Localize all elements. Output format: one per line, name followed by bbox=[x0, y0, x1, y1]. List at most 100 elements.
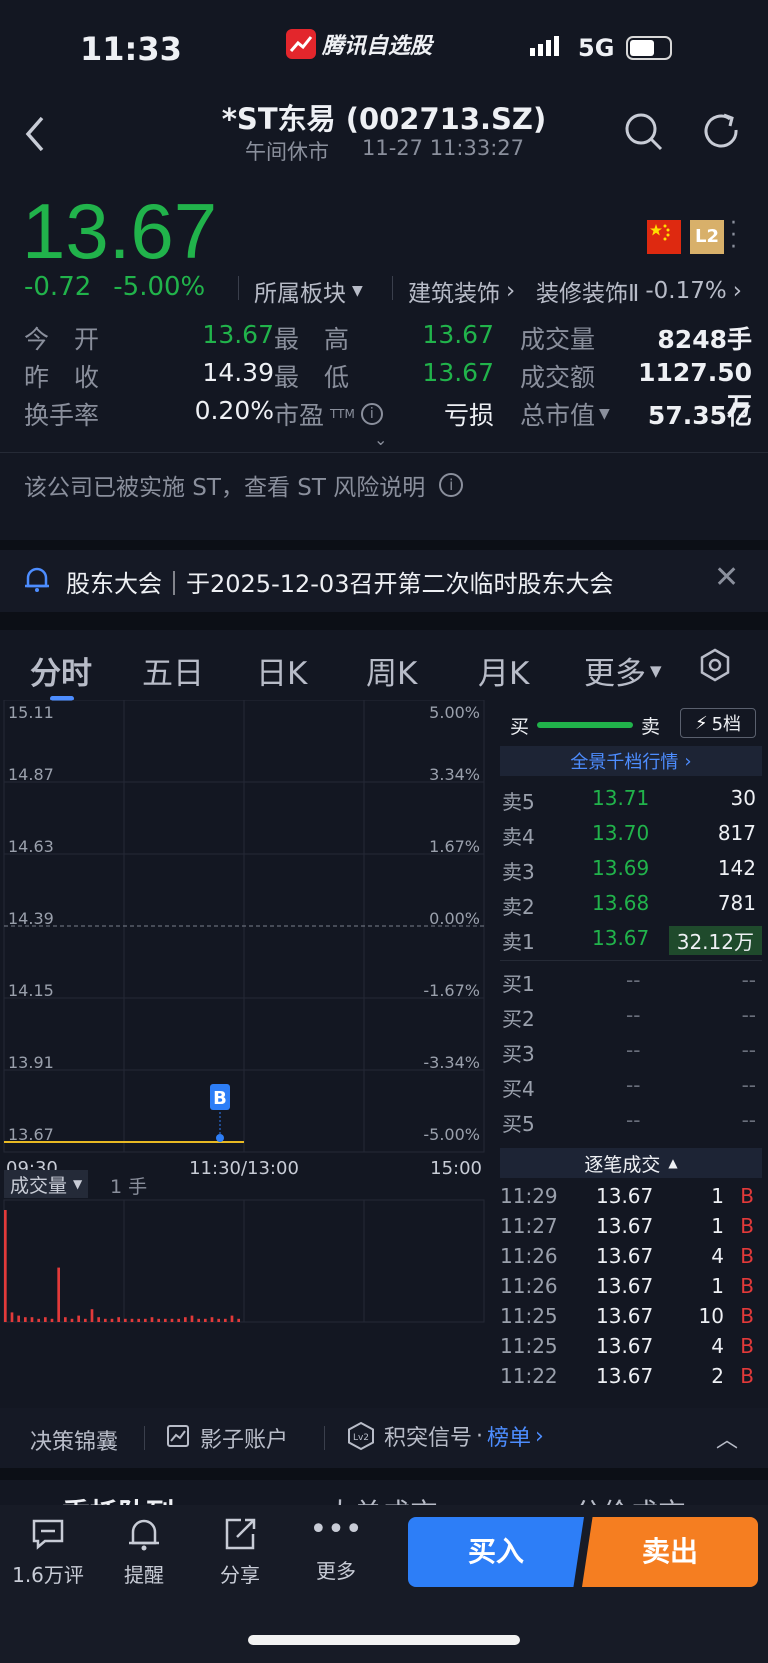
intraday-chart[interactable]: 15.11 5.00% 14.87 3.34% 14.63 1.67% 14.39 0.00%… bbox=[0, 699, 494, 1400]
volume-bar bbox=[230, 1315, 234, 1322]
trade-side: B bbox=[740, 1274, 754, 1298]
shadow-account-link[interactable]: 影子账户 bbox=[166, 1422, 288, 1454]
share-button[interactable]: 分享 bbox=[192, 1515, 288, 1588]
home-indicator bbox=[248, 1635, 520, 1645]
trade-time: 11:25 bbox=[500, 1304, 558, 1328]
more-vertical-icon[interactable]: · · · bbox=[730, 213, 737, 259]
bid-label: 买4 bbox=[502, 1077, 535, 1101]
levels-button[interactable]: ⚡ 5档 bbox=[680, 708, 756, 738]
volume-bar bbox=[237, 1318, 240, 1322]
st-notice[interactable]: 该公司已被实施 ST，查看 ST 风险说明 i bbox=[24, 468, 464, 502]
tab-more[interactable]: 更多 ▼ bbox=[584, 648, 662, 693]
comment-icon bbox=[32, 1519, 64, 1550]
close-icon[interactable]: ✕ bbox=[714, 560, 739, 595]
sell-button[interactable]: 卖出 bbox=[582, 1517, 758, 1587]
ask-volume: 32.12万 bbox=[668, 926, 762, 955]
app-badge: 腾讯自选股 bbox=[286, 28, 432, 60]
pe-value: 亏损 bbox=[443, 401, 494, 430]
announcement-bar[interactable]: 股东大会｜于2025-12-03召开第二次临时股东大会 ✕ bbox=[0, 550, 768, 612]
chart-svg: 15.11 5.00% 14.87 3.34% 14.63 1.67% 14.39 0.00%… bbox=[3, 699, 485, 1323]
sector-link-2[interactable]: 装修装饰Ⅱ -0.17% › bbox=[536, 274, 742, 308]
search-icon[interactable] bbox=[622, 110, 666, 158]
ask-label: 卖5 bbox=[502, 790, 535, 814]
announcement-text: 股东大会｜于2025-12-03召开第二次临时股东大会 bbox=[66, 569, 614, 598]
buy-button[interactable]: 买入 bbox=[408, 1517, 584, 1587]
volume-bar bbox=[57, 1267, 60, 1322]
sector-dropdown[interactable]: 所属板块 ▼ bbox=[254, 274, 363, 308]
mcap-label[interactable]: 总市值 ▼ bbox=[520, 396, 610, 432]
ask-label: 卖3 bbox=[502, 860, 535, 884]
volume-bar bbox=[24, 1317, 27, 1322]
bid-label: 买1 bbox=[502, 972, 535, 996]
trade-volume: 2 bbox=[711, 1364, 724, 1388]
trades-header[interactable]: 逐笔成交 ▲ bbox=[500, 1148, 762, 1178]
y-right-tick: -5.00% bbox=[423, 1125, 480, 1144]
tab-week-k[interactable]: 周K bbox=[366, 648, 417, 693]
y-right-tick: -1.67% bbox=[423, 981, 480, 1000]
expand-chevron-icon[interactable]: ⌄ bbox=[374, 430, 387, 449]
volume-bar bbox=[84, 1318, 87, 1322]
volume-bar bbox=[17, 1315, 20, 1322]
volume-bar bbox=[104, 1318, 107, 1322]
remind-button[interactable]: 提醒 bbox=[96, 1515, 192, 1588]
mcap-value: 57.35亿 bbox=[647, 401, 752, 430]
tab-day-k[interactable]: 日K bbox=[256, 648, 307, 693]
tab-five-day[interactable]: 五日 bbox=[142, 648, 204, 693]
trade-volume: 1 bbox=[711, 1274, 724, 1298]
trade-price: 13.67 bbox=[596, 1274, 654, 1298]
bid-price: -- bbox=[626, 1108, 641, 1132]
tab-month-k[interactable]: 月K bbox=[478, 648, 529, 693]
trade-row: 11:29 13.67 1 B bbox=[500, 1180, 762, 1214]
trade-side: B bbox=[740, 1364, 754, 1388]
share-icon bbox=[225, 1518, 256, 1550]
info-icon: i bbox=[439, 473, 464, 497]
ask-price: 13.68 bbox=[592, 891, 650, 915]
ask-row: 卖4 13.70 817 bbox=[500, 817, 762, 851]
volume-bar bbox=[204, 1318, 207, 1322]
ask-row: 卖5 13.71 30 bbox=[500, 782, 762, 816]
status-bar: 11:33 腾讯自选股 5G bbox=[0, 0, 768, 96]
trade-side: B bbox=[740, 1214, 754, 1238]
collapse-up-icon[interactable]: ︿ bbox=[716, 1422, 738, 1454]
sector-link-1[interactable]: 建筑装饰 › bbox=[408, 274, 515, 308]
svg-text:Lv2: Lv2 bbox=[353, 1433, 369, 1443]
ask-price: 13.70 bbox=[592, 821, 650, 845]
ask-row: 卖1 13.67 32.12万 bbox=[500, 922, 762, 956]
trade-volume: 4 bbox=[711, 1334, 724, 1358]
volume-bar bbox=[170, 1318, 174, 1322]
trade-side: B bbox=[740, 1304, 754, 1328]
nav-bar: *ST东易 (002713.SZ) 午间休市 11-27 11:33:27 bbox=[0, 96, 768, 182]
tab-intraday[interactable]: 分时 bbox=[30, 648, 92, 693]
change-row: -0.72 -5.00% bbox=[24, 272, 205, 302]
signal-link[interactable]: Lv2 积突信号 · 榜单 › bbox=[346, 1420, 544, 1452]
caret-up-icon: ▲ bbox=[668, 1156, 678, 1170]
bid-row: 买3 -- -- bbox=[500, 1034, 762, 1068]
full-depth-link[interactable]: 全景千档行情 › bbox=[500, 746, 762, 776]
y-left-tick: 14.63 bbox=[8, 837, 54, 856]
strategy-kit-link[interactable]: 决策锦囊 bbox=[30, 1424, 118, 1456]
bid-label: 买5 bbox=[502, 1112, 535, 1136]
caret-down-icon: ▼ bbox=[650, 661, 662, 680]
volume-bar bbox=[117, 1317, 120, 1322]
ask-price: 13.67 bbox=[592, 926, 650, 950]
turnover-value: 0.20% bbox=[194, 396, 274, 425]
volume-dropdown[interactable]: 成交量 ▼ bbox=[4, 1170, 89, 1198]
bell-icon bbox=[129, 1519, 159, 1551]
trade-price: 13.67 bbox=[596, 1214, 654, 1238]
trade-side: B bbox=[740, 1184, 754, 1208]
pe-label[interactable]: 市盈 TTM i bbox=[274, 396, 383, 432]
settings-icon[interactable] bbox=[698, 648, 732, 686]
refresh-icon[interactable] bbox=[700, 110, 744, 158]
more-button[interactable]: ••• 更多 bbox=[288, 1515, 384, 1584]
y-right-tick: 0.00% bbox=[429, 909, 480, 928]
x-tick-label: 15:00 bbox=[430, 1158, 482, 1179]
volume-bar bbox=[157, 1318, 160, 1322]
info-icon[interactable]: i bbox=[360, 403, 383, 425]
bid-volume: -- bbox=[741, 1073, 756, 1097]
l2-badge[interactable]: L2 bbox=[690, 220, 724, 254]
ask-row: 卖3 13.69 142 bbox=[500, 852, 762, 886]
comments-button[interactable]: 1.6万评 bbox=[0, 1515, 96, 1588]
bid-price: -- bbox=[626, 968, 641, 992]
bid-label: 买3 bbox=[502, 1042, 535, 1066]
volume-bar bbox=[10, 1312, 14, 1322]
